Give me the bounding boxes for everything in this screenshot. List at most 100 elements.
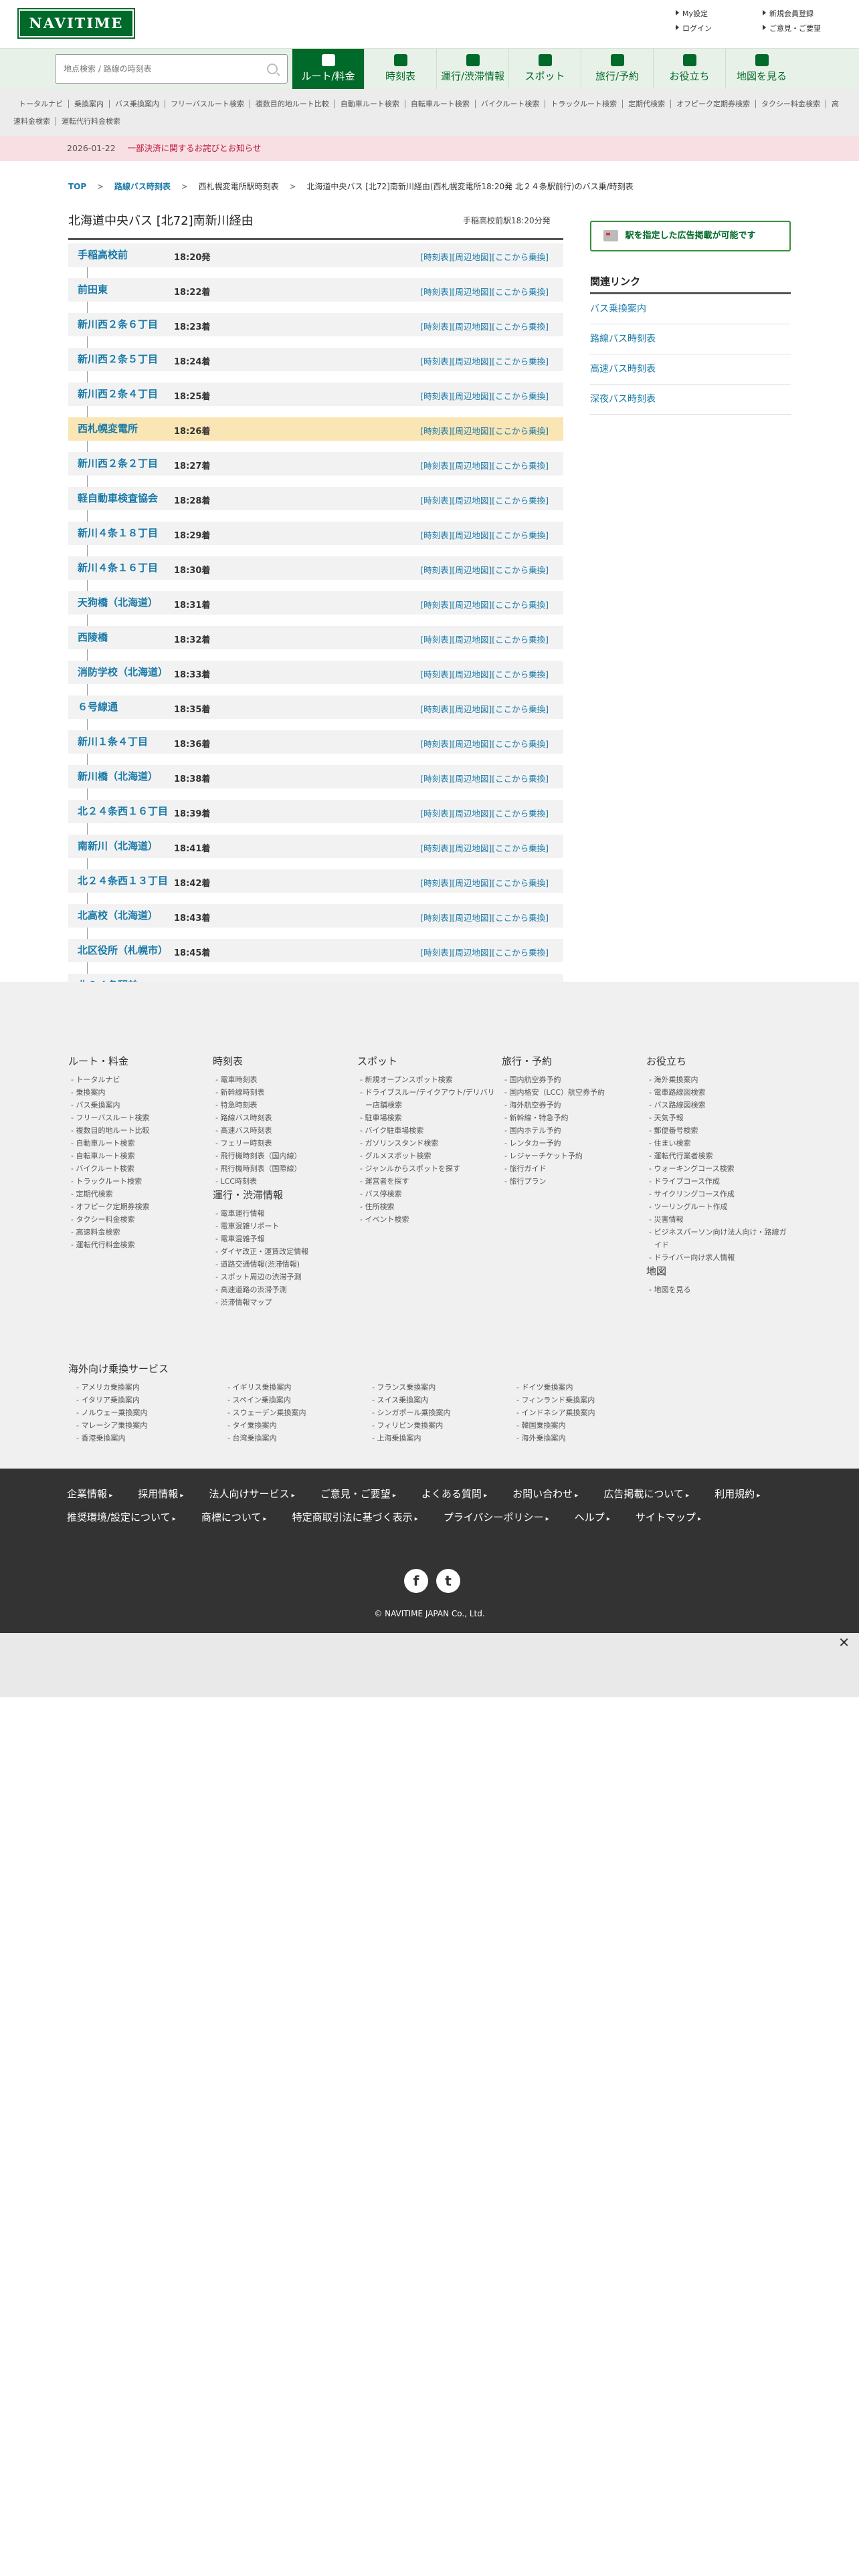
related-link[interactable]: 路線バス時刻表: [590, 324, 791, 354]
timetable-link[interactable]: [時刻表]: [420, 774, 452, 784]
footer-link[interactable]: 乗換案内: [68, 1086, 209, 1099]
footer-link[interactable]: タクシー料金検索: [68, 1213, 209, 1226]
overseas-link[interactable]: アメリカ乗換案内: [68, 1381, 219, 1394]
timetable-link[interactable]: [時刻表]: [420, 843, 452, 853]
corporate-link[interactable]: 利用規約: [714, 1488, 760, 1500]
footer-link[interactable]: バイク駐車場検索: [357, 1124, 498, 1137]
footer-link[interactable]: 飛行機時刻表（国内線）: [213, 1150, 353, 1162]
overseas-link[interactable]: イギリス乗換案内: [219, 1381, 364, 1394]
footer-link[interactable]: 運営者を探す: [357, 1175, 498, 1188]
transfer-from-here-link[interactable]: [ここから乗換]: [492, 774, 549, 784]
transfer-from-here-link[interactable]: [ここから乗換]: [492, 635, 549, 645]
map-link[interactable]: [周辺地図]: [452, 461, 492, 471]
footer-link[interactable]: バイクルート検索: [68, 1162, 209, 1175]
map-link[interactable]: [周辺地図]: [452, 530, 492, 540]
breadcrumb-bus-timetable[interactable]: 路線バス時刻表: [114, 182, 171, 191]
footer-link[interactable]: ウォーキングコース検索: [646, 1162, 787, 1175]
footer-link[interactable]: 自動車ルート検索: [68, 1137, 209, 1150]
sub-link[interactable]: バス乗換案内: [110, 100, 165, 108]
footer-link[interactable]: 旅行プラン: [502, 1175, 642, 1188]
footer-link[interactable]: 複数目的地ルート比較: [68, 1124, 209, 1137]
overseas-link[interactable]: 台湾乗換案内: [219, 1432, 364, 1444]
timetable-link[interactable]: [時刻表]: [420, 461, 452, 471]
map-link[interactable]: [周辺地図]: [452, 878, 492, 888]
footer-link[interactable]: サイクリングコース作成: [646, 1188, 787, 1200]
corporate-link[interactable]: 法人向けサービス: [209, 1488, 294, 1500]
timetable-link[interactable]: [時刻表]: [420, 913, 452, 923]
stop-name-link[interactable]: 新川西２条４丁目: [78, 389, 171, 400]
timetable-link[interactable]: [時刻表]: [420, 565, 452, 575]
overseas-link[interactable]: シンガポール乗換案内: [364, 1406, 508, 1419]
transfer-from-here-link[interactable]: [ここから乗換]: [492, 704, 549, 714]
stop-name-link[interactable]: 新川西２条６丁目: [78, 319, 171, 330]
station-ad-button[interactable]: 駅を指定した広告掲載が可能です: [590, 221, 791, 251]
overseas-link[interactable]: スペイン乗換案内: [219, 1394, 364, 1406]
footer-link[interactable]: 高速バス時刻表: [213, 1124, 353, 1137]
footer-link[interactable]: 高速道路の渋滞予測: [213, 1283, 353, 1296]
footer-link[interactable]: 天気予報: [646, 1111, 787, 1124]
overseas-link[interactable]: フィリピン乗換案内: [364, 1419, 508, 1432]
footer-link[interactable]: ガソリンスタンド検索: [357, 1137, 498, 1150]
timetable-link[interactable]: [時刻表]: [420, 252, 452, 262]
overseas-link[interactable]: フランス乗換案内: [364, 1381, 508, 1394]
transfer-from-here-link[interactable]: [ここから乗換]: [492, 287, 549, 297]
map-link[interactable]: [周辺地図]: [452, 287, 492, 297]
sub-link[interactable]: 自転車ルート検索: [405, 100, 476, 108]
footer-link[interactable]: バス停検索: [357, 1188, 498, 1200]
timetable-link[interactable]: [時刻表]: [420, 704, 452, 714]
timetable-link[interactable]: [時刻表]: [420, 287, 452, 297]
footer-link[interactable]: レジャーチケット予約: [502, 1150, 642, 1162]
footer-link[interactable]: ダイヤ改正・運賃改定情報: [213, 1245, 353, 1258]
overseas-link[interactable]: スイス乗換案内: [364, 1394, 508, 1406]
overseas-link[interactable]: イタリア乗換案内: [68, 1394, 219, 1406]
timetable-link[interactable]: [時刻表]: [420, 391, 452, 401]
register-link[interactable]: 新規会員登録: [763, 8, 850, 19]
transfer-from-here-link[interactable]: [ここから乗換]: [492, 669, 549, 679]
timetable-link[interactable]: [時刻表]: [420, 600, 452, 610]
footer-link[interactable]: 海外乗換案内: [646, 1073, 787, 1086]
transfer-from-here-link[interactable]: [ここから乗換]: [492, 948, 549, 958]
stop-name-link[interactable]: 前田東: [78, 284, 171, 296]
nav-tab[interactable]: 旅行/予約: [581, 49, 653, 89]
transfer-from-here-link[interactable]: [ここから乗換]: [492, 391, 549, 401]
transfer-from-here-link[interactable]: [ここから乗換]: [492, 322, 549, 332]
related-link[interactable]: バス乗換案内: [590, 294, 791, 324]
map-link[interactable]: [周辺地図]: [452, 426, 492, 436]
corporate-link[interactable]: 採用情報: [138, 1488, 183, 1500]
breadcrumb-top[interactable]: TOP: [68, 182, 86, 191]
map-link[interactable]: [周辺地図]: [452, 356, 492, 366]
twitter-icon[interactable]: t: [436, 1569, 460, 1593]
footer-link[interactable]: フリーバスルート検索: [68, 1111, 209, 1124]
footer-link[interactable]: 路線バス時刻表: [213, 1111, 353, 1124]
stop-name-link[interactable]: 西札幌変電所: [78, 423, 171, 435]
stop-name-link[interactable]: 新川４条１６丁目: [78, 562, 171, 574]
footer-link[interactable]: 電車混雑リポート: [213, 1220, 353, 1232]
footer-link[interactable]: 国内格安（LCC）航空券予約: [502, 1086, 642, 1099]
footer-link[interactable]: 電車運行情報: [213, 1207, 353, 1220]
footer-link[interactable]: 運転代行料金検索: [68, 1239, 209, 1251]
stop-name-link[interactable]: 新川西２条２丁目: [78, 458, 171, 469]
stop-name-link[interactable]: 天狗橋（北海道）: [78, 597, 171, 609]
sub-link[interactable]: トラックルート検索: [545, 100, 624, 108]
corporate-link[interactable]: 特定商取引法に基づく表示: [292, 1511, 418, 1523]
footer-link[interactable]: 新規オープンスポット検索: [357, 1073, 498, 1086]
sub-link[interactable]: 運転代行料金検索: [56, 117, 126, 126]
nav-tab[interactable]: スポット: [508, 49, 581, 89]
stop-name-link[interactable]: 北２４条西１６丁目: [78, 806, 171, 817]
footer-link[interactable]: ドライブスルー/テイクアウト/デリバリー店舗検索: [357, 1086, 498, 1111]
facebook-icon[interactable]: f: [404, 1569, 428, 1593]
footer-link[interactable]: 海外航空券予約: [502, 1099, 642, 1111]
timetable-link[interactable]: [時刻表]: [420, 426, 452, 436]
map-link[interactable]: [周辺地図]: [452, 635, 492, 645]
corporate-link[interactable]: 推奨環境/設定について: [67, 1511, 176, 1523]
transfer-from-here-link[interactable]: [ここから乗換]: [492, 426, 549, 436]
footer-link[interactable]: 新幹線・特急予約: [502, 1111, 642, 1124]
footer-link[interactable]: 駐車場検索: [357, 1111, 498, 1124]
breadcrumb-station[interactable]: 西札幌変電所駅時刻表: [199, 182, 279, 191]
map-link[interactable]: [周辺地図]: [452, 391, 492, 401]
footer-link[interactable]: ジャンルからスポットを探す: [357, 1162, 498, 1175]
stop-name-link[interactable]: 新川４条１８丁目: [78, 528, 171, 539]
timetable-link[interactable]: [時刻表]: [420, 669, 452, 679]
overseas-link[interactable]: タイ乗換案内: [219, 1419, 364, 1432]
nav-tab[interactable]: 地図を見る: [725, 49, 797, 89]
